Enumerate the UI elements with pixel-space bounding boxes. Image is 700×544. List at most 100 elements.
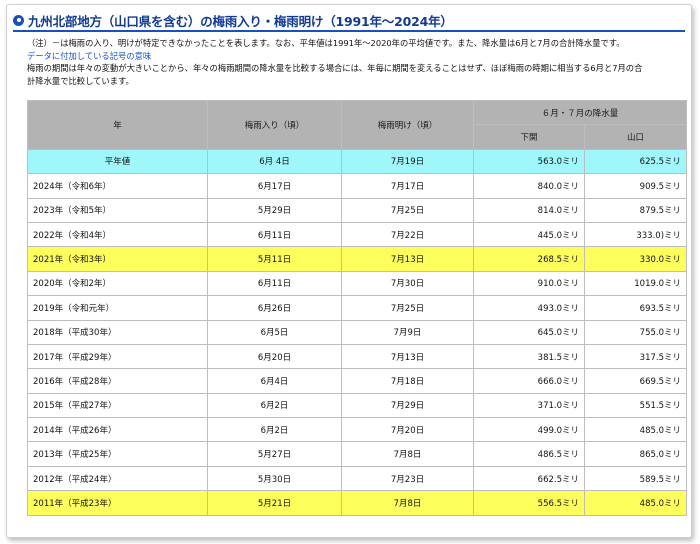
- rain-yamaguchi-cell: 589.5ミリ: [583, 465, 688, 492]
- rain-shimonoseki-cell: 381.5ミリ: [473, 343, 585, 370]
- rainy-start-cell: 6月2日: [207, 392, 342, 419]
- rain-yamaguchi-cell: 333.0)ミリ: [583, 221, 688, 248]
- rainy-end-cell: 7月25日: [341, 197, 474, 223]
- rainy-start-cell: 5月27日: [207, 441, 342, 467]
- table-row: 2015年（平成27年） 6月2日 7月29日 371.0ミリ 551.5ミリ: [27, 392, 688, 419]
- table-row: 2016年（平成28年） 6月4日 7月18日 666.0ミリ 669.5ミリ: [27, 368, 688, 394]
- rainy-end-cell: 7月29日: [341, 392, 474, 419]
- rain-shimonoseki-cell: 268.5ミリ: [473, 246, 585, 272]
- table-row: 2017年（平成29年） 6月20日 7月13日 381.5ミリ 317.5ミリ: [27, 343, 688, 370]
- table-row: 2012年（平成24年） 5月30日 7月23日 662.5ミリ 589.5ミリ: [27, 465, 688, 492]
- rainy-start-cell: 5月11日: [207, 246, 342, 272]
- year-cell: 2013年（平成25年）: [27, 441, 208, 467]
- rainy-start-cell: 5月29日: [207, 197, 342, 223]
- year-cell: 2012年（平成24年）: [27, 465, 208, 492]
- rainy-end-cell: 7月22日: [341, 221, 474, 248]
- rain-yamaguchi-cell: 485.0ミリ: [583, 417, 688, 443]
- note-line: （注）－は梅雨の入り、明けが特定できなかったことを表します。なお、平年値は199…: [27, 38, 625, 48]
- normal-rain-shimonoseki: 563.0ミリ: [473, 148, 585, 175]
- rain-yamaguchi-cell: 551.5ミリ: [583, 392, 688, 419]
- rain-yamaguchi-cell: 693.5ミリ: [583, 295, 688, 321]
- header-year: 年: [27, 100, 208, 150]
- rain-shimonoseki-cell: 666.0ミリ: [473, 368, 585, 394]
- rainy-end-cell: 7月25日: [341, 295, 474, 321]
- rain-shimonoseki-cell: 499.0ミリ: [473, 417, 585, 443]
- rain-yamaguchi-cell: 485.0ミリ: [583, 490, 688, 516]
- rain-yamaguchi-cell: 317.5ミリ: [583, 343, 688, 370]
- normal-rain-yamaguchi: 625.5ミリ: [583, 148, 688, 175]
- table-row: 2018年（平成30年） 6月5日 7月9日 645.0ミリ 755.0ミリ: [27, 319, 688, 345]
- year-cell: 2014年（平成26年）: [27, 417, 208, 443]
- year-cell: 2019年（令和元年）: [27, 295, 208, 321]
- rain-shimonoseki-cell: 486.5ミリ: [473, 441, 585, 467]
- rainy-end-cell: 7月17日: [341, 173, 474, 199]
- year-cell: 2016年（平成28年）: [27, 368, 208, 394]
- rain-shimonoseki-cell: 556.5ミリ: [473, 490, 585, 516]
- table-row: 2023年（令和5年） 5月29日 7月25日 814.0ミリ 879.5ミリ: [27, 197, 688, 223]
- rainy-end-cell: 7月13日: [341, 343, 474, 370]
- rain-shimonoseki-cell: 371.0ミリ: [473, 392, 585, 419]
- year-cell: 2011年（平成23年）: [27, 490, 208, 516]
- rain-shimonoseki-cell: 840.0ミリ: [473, 173, 585, 199]
- year-cell: 2022年（令和4年）: [27, 221, 208, 248]
- header-rainy-end: 梅雨明け（頃）: [341, 100, 474, 150]
- rain-yamaguchi-cell: 909.5ミリ: [583, 173, 688, 199]
- rainy-end-cell: 7月9日: [341, 319, 474, 345]
- rainy-start-cell: 6月20日: [207, 343, 342, 370]
- rainy-end-cell: 7月18日: [341, 368, 474, 394]
- year-cell: 2017年（平成29年）: [27, 343, 208, 370]
- rainy-end-cell: 7月20日: [341, 417, 474, 443]
- rain-yamaguchi-cell: 865.0ミリ: [583, 441, 688, 467]
- rainy-start-cell: 5月21日: [207, 490, 342, 516]
- rain-yamaguchi-cell: 755.0ミリ: [583, 319, 688, 345]
- rainy-end-cell: 7月30日: [341, 270, 474, 297]
- normal-values-row: 平年値 6月 4日 7月19日 563.0ミリ 625.5ミリ: [27, 148, 688, 175]
- year-cell: 2021年（令和3年）: [27, 246, 208, 272]
- rainy-start-cell: 6月4日: [207, 368, 342, 394]
- normal-end: 7月19日: [341, 148, 474, 175]
- header-shimonoseki: 下関: [473, 124, 585, 150]
- content-frame: 九州北部地方（山口県を含む）の梅雨入り・梅雨明け（1991年〜2024年） （注…: [6, 4, 692, 538]
- note-line: 梅雨の期間は年々の変動が大きいことから、年々の梅雨期間の降水量を比較する場合には…: [27, 63, 643, 73]
- circle-bullet-icon: [13, 14, 24, 26]
- symbol-meaning-link[interactable]: データに付加している記号の意味: [27, 51, 151, 61]
- section-title-bar: 九州北部地方（山口県を含む）の梅雨入り・梅雨明け（1991年〜2024年）: [13, 10, 685, 32]
- year-cell: 2023年（令和5年）: [27, 197, 208, 223]
- rainy-start-cell: 6月2日: [207, 417, 342, 443]
- rain-shimonoseki-cell: 662.5ミリ: [473, 465, 585, 492]
- table-body: 平年値 6月 4日 7月19日 563.0ミリ 625.5ミリ 2024年（令和…: [27, 148, 688, 516]
- rain-shimonoseki-cell: 814.0ミリ: [473, 197, 585, 223]
- rain-yamaguchi-cell: 879.5ミリ: [583, 197, 688, 223]
- table-row: 2020年（令和2年） 6月11日 7月30日 910.0ミリ 1019.0ミリ: [27, 270, 688, 297]
- normal-start: 6月 4日: [207, 148, 342, 175]
- rainy-end-cell: 7月13日: [341, 246, 474, 272]
- rain-shimonoseki-cell: 910.0ミリ: [473, 270, 585, 297]
- year-cell: 2015年（平成27年）: [27, 392, 208, 419]
- year-cell: 2018年（平成30年）: [27, 319, 208, 345]
- rainy-end-cell: 7月8日: [341, 490, 474, 516]
- rainy-start-cell: 6月17日: [207, 173, 342, 199]
- header-yamaguchi: 山口: [583, 124, 688, 150]
- table-row: 2014年（平成26年） 6月2日 7月20日 499.0ミリ 485.0ミリ: [27, 417, 688, 443]
- notes-block: （注）－は梅雨の入り、明けが特定できなかったことを表します。なお、平年値は199…: [27, 37, 681, 87]
- rainy-start-cell: 6月11日: [207, 270, 342, 297]
- rain-shimonoseki-cell: 493.0ミリ: [473, 295, 585, 321]
- rainy-start-cell: 6月26日: [207, 295, 342, 321]
- year-cell: 2024年（令和6年）: [27, 173, 208, 199]
- rainy-start-cell: 6月5日: [207, 319, 342, 345]
- year-cell: 2020年（令和2年）: [27, 270, 208, 297]
- rain-shimonoseki-cell: 645.0ミリ: [473, 319, 585, 345]
- page-title: 九州北部地方（山口県を含む）の梅雨入り・梅雨明け（1991年〜2024年）: [28, 13, 453, 29]
- rainy-start-cell: 5月30日: [207, 465, 342, 492]
- table-row: 2024年（令和6年） 6月17日 7月17日 840.0ミリ 909.5ミリ: [27, 173, 688, 199]
- rain-shimonoseki-cell: 445.0ミリ: [473, 221, 585, 248]
- table-row: 2022年（令和4年） 6月11日 7月22日 445.0ミリ 333.0)ミリ: [27, 221, 688, 248]
- rain-yamaguchi-cell: 1019.0ミリ: [583, 270, 688, 297]
- rainy-end-cell: 7月8日: [341, 441, 474, 467]
- rainy-end-cell: 7月23日: [341, 465, 474, 492]
- note-line: 計降水量で比較しています。: [27, 75, 134, 86]
- normal-label: 平年値: [27, 148, 208, 175]
- table-row: 2019年（令和元年） 6月26日 7月25日 493.0ミリ 693.5ミリ: [27, 295, 688, 321]
- header-rainy-start: 梅雨入り（頃）: [207, 100, 342, 150]
- rain-yamaguchi-cell: 330.0ミリ: [583, 246, 688, 272]
